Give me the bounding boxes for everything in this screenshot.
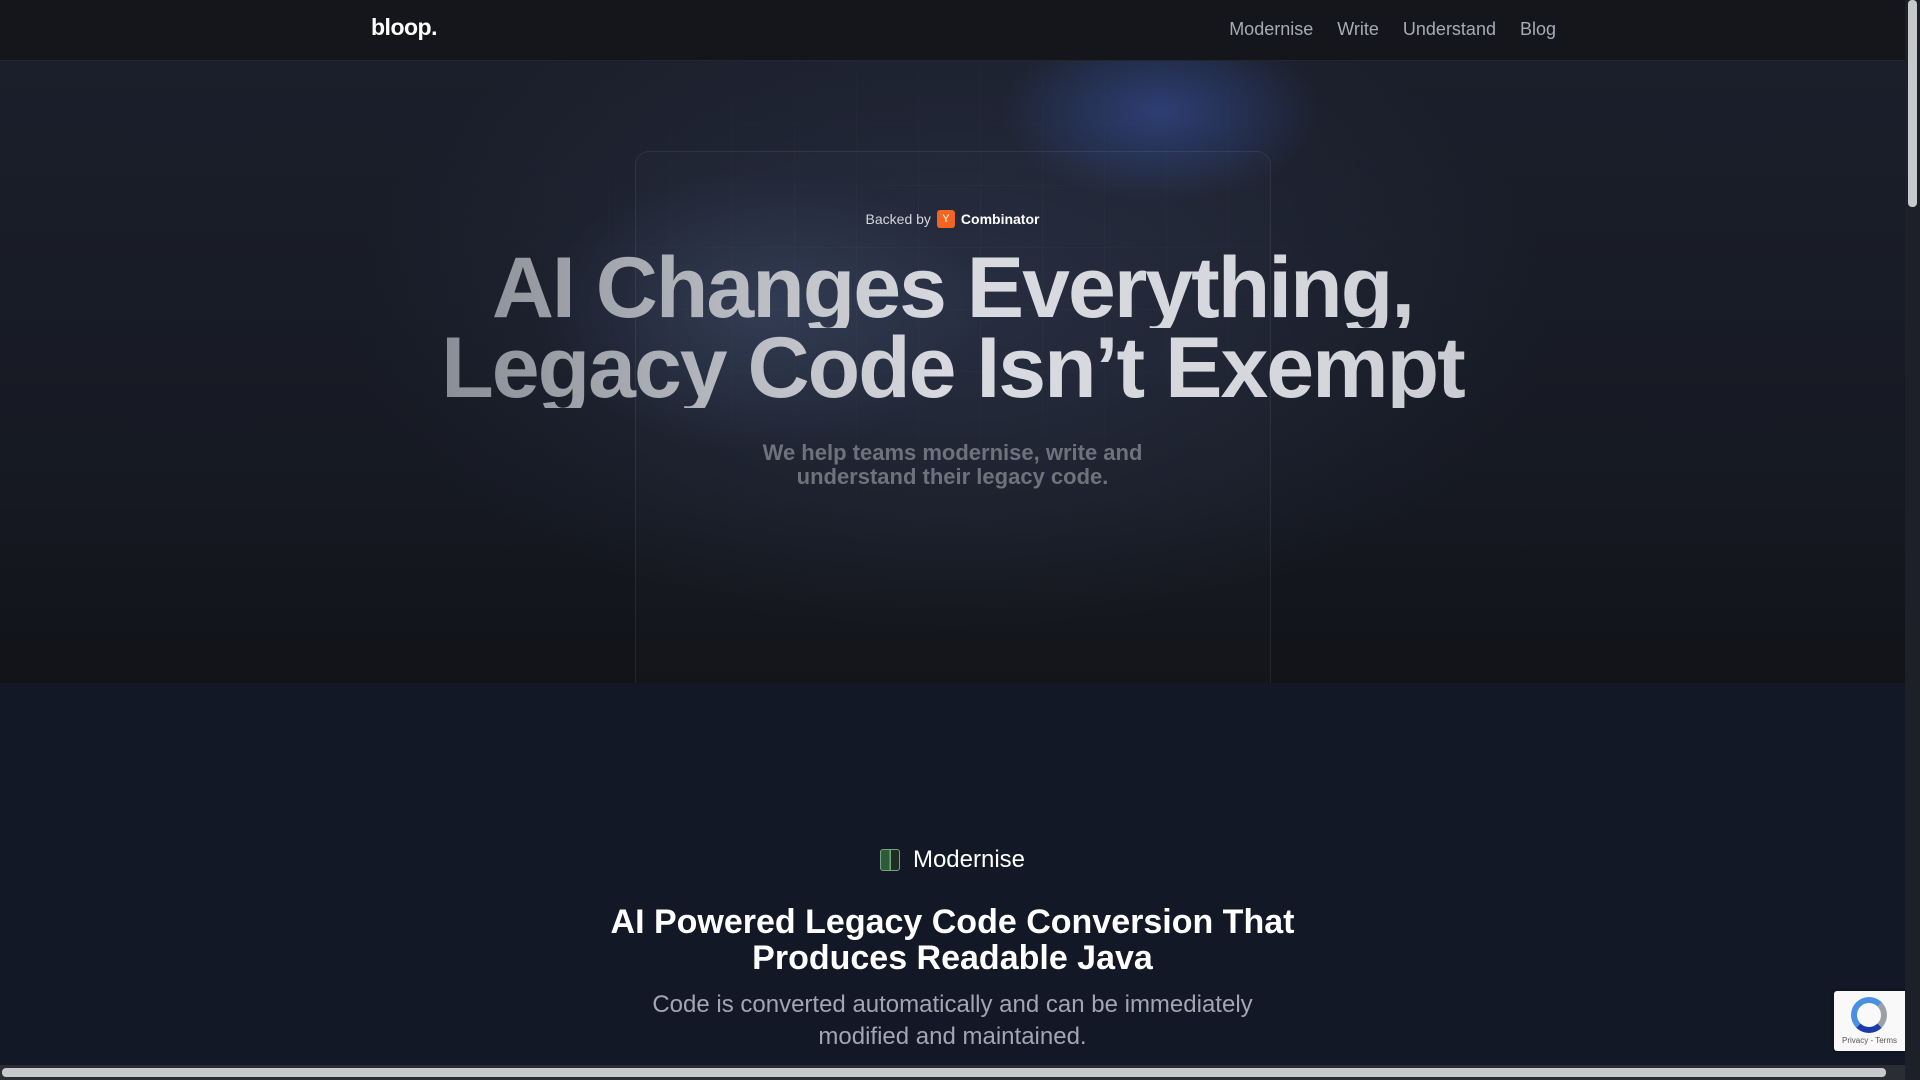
section-title-line-1: AI Powered Legacy Code Conversion That bbox=[610, 903, 1295, 941]
page: bloop. Modernise Write Understand Blog B… bbox=[0, 0, 1905, 1080]
backed-by-badge[interactable]: Backed by Y Combinator bbox=[0, 210, 1905, 228]
section-title-line-2: Produces Readable Java bbox=[752, 939, 1153, 977]
modernise-section: Modernise AI Powered Legacy Code Convers… bbox=[0, 683, 1905, 1080]
hero-headline: AI Changes Everything, Legacy Code Isn’t… bbox=[0, 245, 1905, 411]
section-description: Code is converted automatically and can … bbox=[0, 989, 1905, 1053]
nav-link-blog[interactable]: Blog bbox=[1520, 19, 1556, 40]
y-combinator-logo-icon: Y bbox=[936, 210, 955, 228]
section-title: AI Powered Legacy Code Conversion That P… bbox=[0, 904, 1905, 976]
recaptcha-icon bbox=[1851, 997, 1887, 1033]
nav-links: Modernise Write Understand Blog bbox=[1229, 0, 1556, 58]
section-description-line-2: modified and maintained. bbox=[818, 1023, 1087, 1050]
top-navigation: bloop. Modernise Write Understand Blog bbox=[0, 0, 1905, 61]
eyebrow-label: Modernise bbox=[912, 846, 1026, 873]
hero-subheadline: We help teams modernise, write and under… bbox=[0, 441, 1905, 489]
hero-subheadline-line-2: understand their legacy code. bbox=[796, 464, 1109, 489]
horizontal-scrollbar[interactable] bbox=[0, 1065, 1905, 1080]
combinator-label: Combinator bbox=[960, 211, 1040, 227]
bloop-logo[interactable]: bloop. bbox=[371, 14, 437, 41]
vertical-scrollbar-thumb[interactable] bbox=[1908, 0, 1917, 207]
hero-headline-line-1: AI Changes Everything, bbox=[0, 245, 1905, 331]
hero-headline-line-2: Legacy Code Isn’t Exempt bbox=[0, 325, 1905, 411]
section-description-line-1: Code is converted automatically and can … bbox=[652, 991, 1253, 1018]
hero-section: Backed by Y Combinator AI Changes Everyt… bbox=[0, 61, 1905, 683]
code-book-icon bbox=[879, 849, 900, 871]
recaptcha-links[interactable]: Privacy - Terms bbox=[1834, 1036, 1905, 1045]
backed-by-label: Backed by bbox=[865, 211, 931, 227]
nav-link-understand[interactable]: Understand bbox=[1403, 19, 1496, 40]
horizontal-scrollbar-thumb[interactable] bbox=[2, 1068, 1886, 1077]
hero-subheadline-line-1: We help teams modernise, write and bbox=[762, 440, 1143, 465]
vertical-scrollbar[interactable] bbox=[1905, 0, 1920, 1080]
nav-link-modernise[interactable]: Modernise bbox=[1229, 19, 1313, 40]
hero-card-frame bbox=[635, 151, 1271, 683]
nav-link-write[interactable]: Write bbox=[1337, 19, 1379, 40]
section-eyebrow: Modernise bbox=[0, 846, 1905, 874]
recaptcha-badge[interactable]: Privacy - Terms bbox=[1834, 991, 1905, 1051]
